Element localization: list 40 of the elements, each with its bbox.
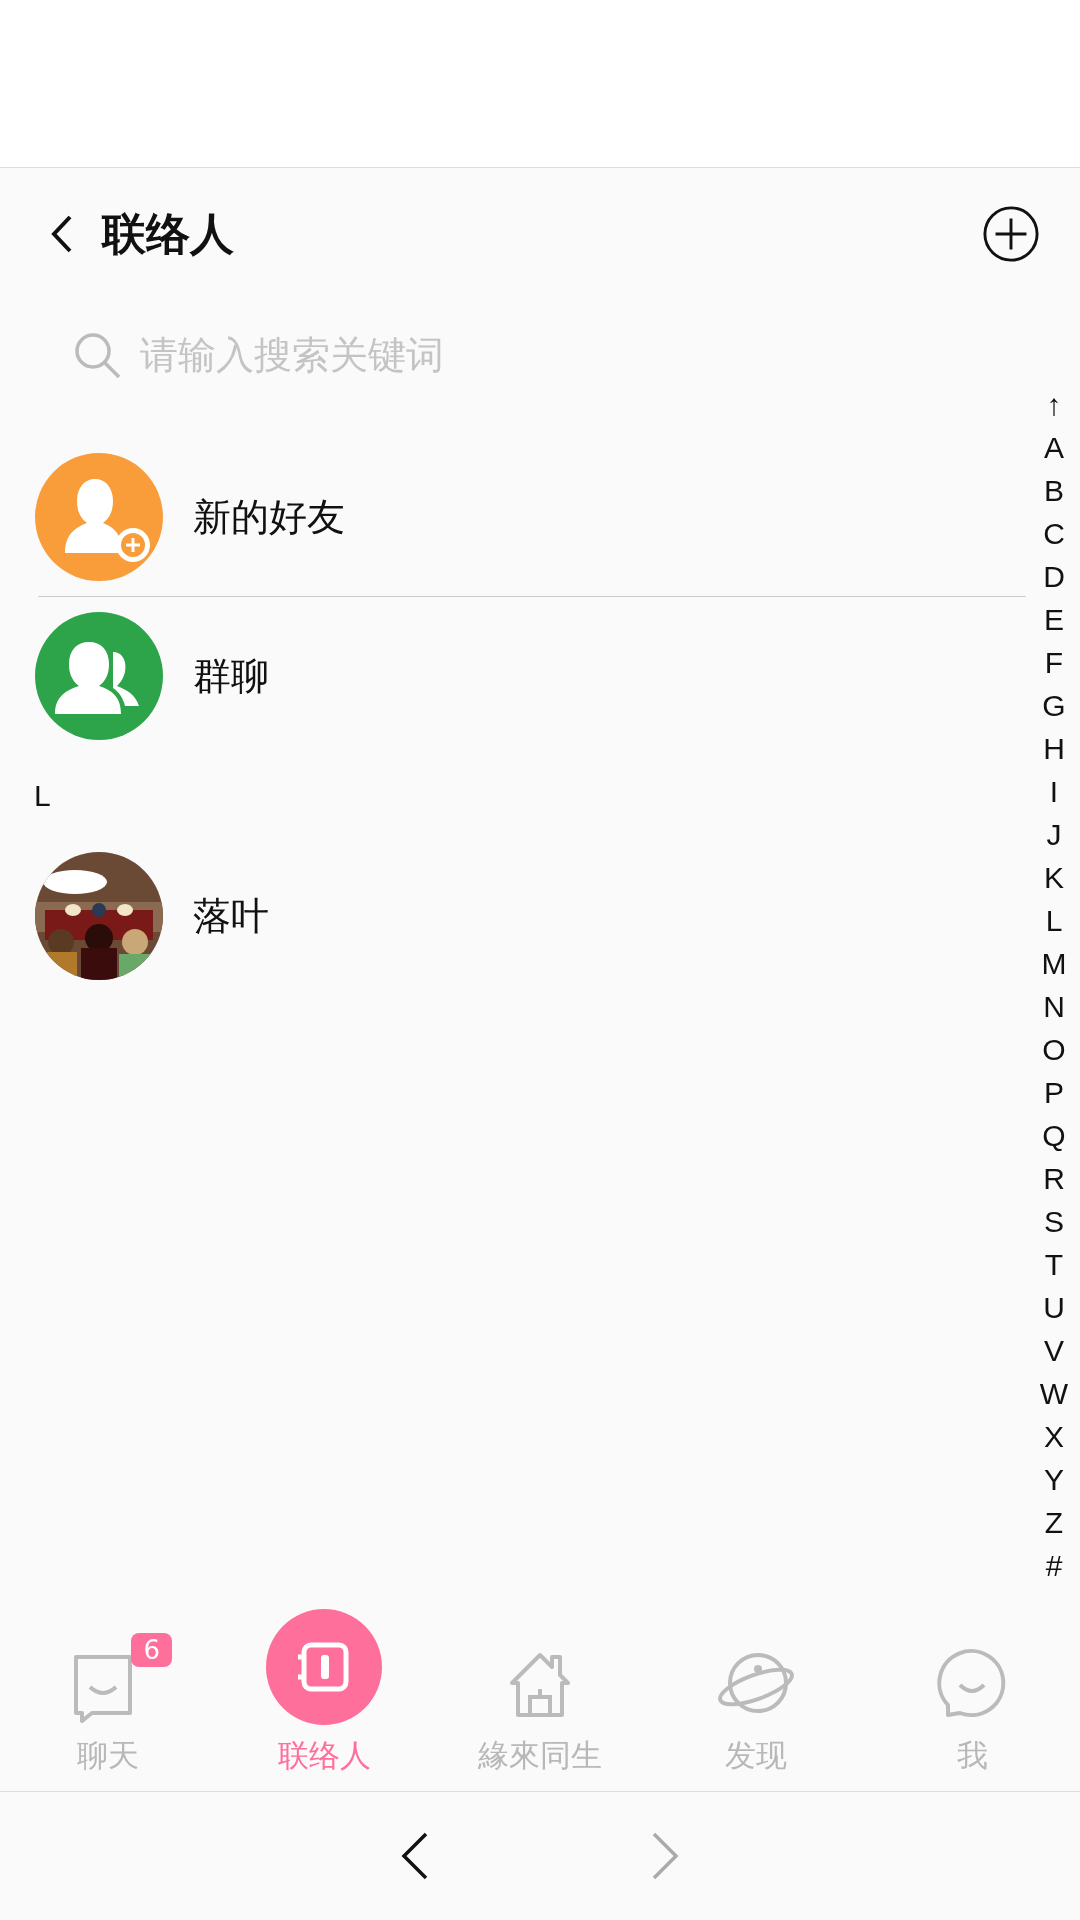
index-letter[interactable]: E bbox=[1044, 598, 1064, 641]
index-letter[interactable]: P bbox=[1044, 1071, 1064, 1114]
add-friend-icon bbox=[35, 453, 163, 581]
section-letter: L bbox=[33, 778, 51, 814]
index-letter[interactable]: S bbox=[1044, 1200, 1064, 1243]
index-letter[interactable]: O bbox=[1042, 1028, 1066, 1071]
unread-badge: 6 bbox=[131, 1633, 172, 1667]
index-letter[interactable]: ↑ bbox=[1046, 383, 1062, 426]
index-letter[interactable]: W bbox=[1039, 1372, 1069, 1415]
contacts-icon bbox=[266, 1609, 382, 1725]
index-letter[interactable]: H bbox=[1043, 727, 1065, 770]
index-letter[interactable]: R bbox=[1043, 1157, 1065, 1200]
page-title: 联络人 bbox=[102, 206, 234, 261]
add-icon[interactable] bbox=[982, 205, 1040, 263]
index-letter[interactable]: I bbox=[1049, 770, 1059, 813]
index-letter[interactable]: G bbox=[1042, 684, 1066, 727]
index-letter[interactable]: M bbox=[1041, 942, 1067, 985]
index-letter[interactable]: N bbox=[1043, 985, 1065, 1028]
back-icon[interactable] bbox=[50, 214, 74, 254]
index-letter[interactable]: Z bbox=[1044, 1501, 1064, 1544]
index-letter[interactable]: C bbox=[1043, 512, 1065, 555]
index-letter[interactable]: K bbox=[1044, 856, 1064, 899]
contact-name[interactable]: 新的好友 bbox=[193, 491, 345, 543]
index-letter[interactable]: X bbox=[1044, 1415, 1064, 1458]
index-letter[interactable]: J bbox=[1046, 813, 1062, 856]
contact-name[interactable]: 落叶 bbox=[193, 890, 269, 942]
index-letter[interactable]: D bbox=[1043, 555, 1065, 598]
index-letter[interactable]: # bbox=[1045, 1544, 1063, 1587]
contact-name[interactable]: 群聊 bbox=[193, 650, 269, 702]
index-letter[interactable]: A bbox=[1044, 426, 1064, 469]
index-letter[interactable]: T bbox=[1044, 1243, 1064, 1286]
index-letter[interactable]: L bbox=[1045, 899, 1063, 942]
index-letter[interactable]: Q bbox=[1042, 1114, 1066, 1157]
group-icon bbox=[35, 612, 163, 740]
index-letter[interactable]: V bbox=[1044, 1329, 1064, 1372]
index-letter[interactable]: F bbox=[1044, 641, 1064, 684]
index-letter[interactable]: B bbox=[1044, 469, 1064, 512]
index-letter[interactable]: U bbox=[1043, 1286, 1065, 1329]
search-icon bbox=[72, 330, 122, 380]
index-letter[interactable]: Y bbox=[1044, 1458, 1064, 1501]
